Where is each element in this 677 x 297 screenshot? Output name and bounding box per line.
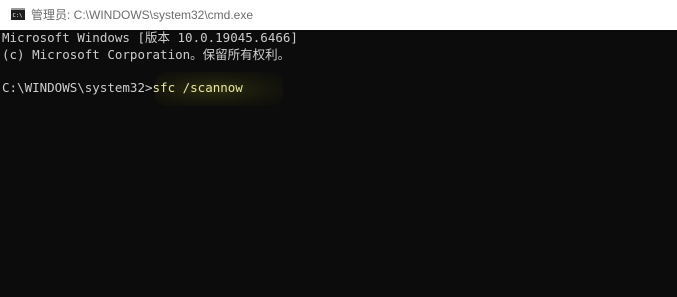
window-title: 管理员: C:\WINDOWS\system32\cmd.exe: [31, 8, 254, 22]
svg-text:C:\: C:\: [13, 13, 23, 19]
console-line-command[interactable]: C:\WINDOWS\system32>sfc /scannow: [2, 80, 243, 96]
command-input[interactable]: sfc /scannow: [153, 80, 243, 95]
command-prompt: C:\WINDOWS\system32>: [2, 80, 153, 95]
cmd-window: C:\ 管理员: C:\WINDOWS\system32\cmd.exe Mic…: [0, 0, 677, 297]
console-line-copyright: (c) Microsoft Corporation。保留所有权利。: [2, 47, 291, 62]
cmd-console-icon: C:\: [11, 8, 25, 20]
console-output[interactable]: Microsoft Windows [版本 10.0.19045.6466] (…: [0, 30, 677, 297]
title-bar[interactable]: C:\ 管理员: C:\WINDOWS\system32\cmd.exe: [0, 0, 677, 30]
console-line-version: Microsoft Windows [版本 10.0.19045.6466]: [2, 30, 298, 45]
